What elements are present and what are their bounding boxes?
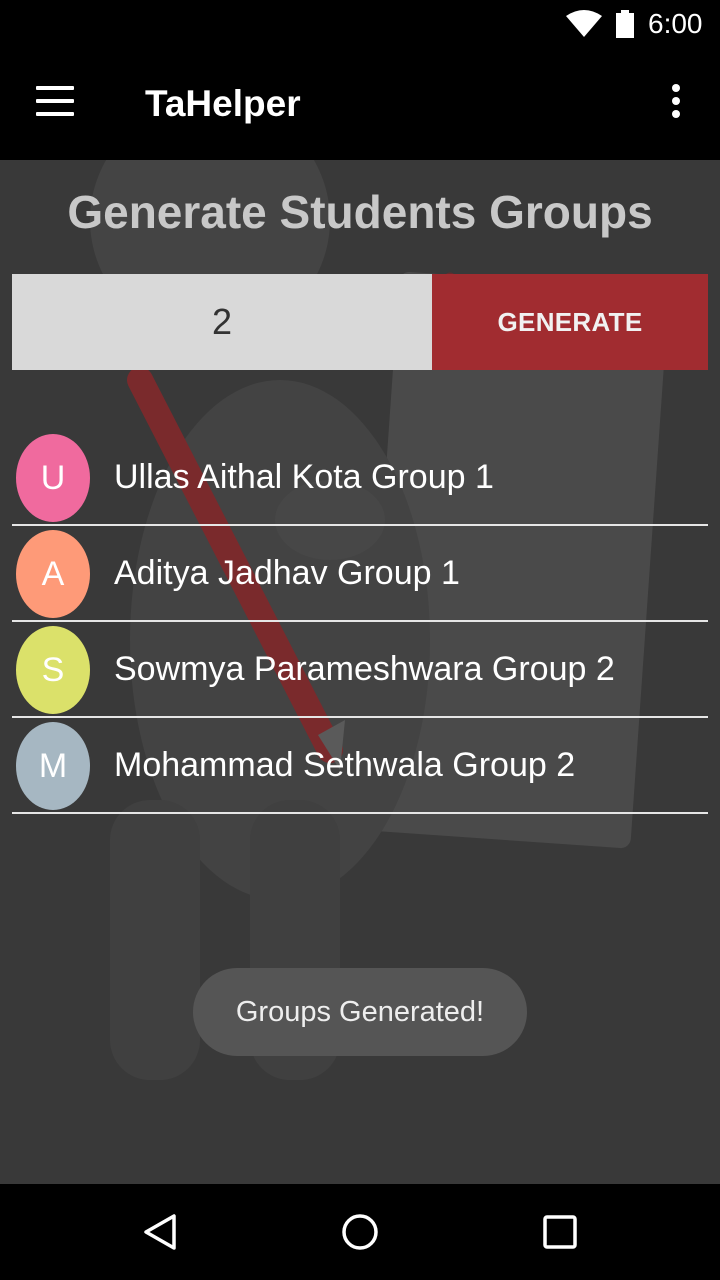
avatar: U — [16, 434, 90, 522]
student-group-list: U Ullas Aithal Kota Group 1 A Aditya Jad… — [12, 430, 708, 814]
page-title: Generate Students Groups — [67, 186, 653, 238]
avatar: S — [16, 626, 90, 714]
student-group-label: Ullas Aithal Kota Group 1 — [114, 458, 494, 496]
list-item[interactable]: A Aditya Jadhav Group 1 — [12, 526, 708, 622]
back-icon[interactable] — [140, 1212, 180, 1252]
app-bar: TaHelper — [0, 48, 720, 160]
app-title: TaHelper — [145, 83, 301, 124]
system-nav-bar — [0, 1184, 720, 1280]
group-count-input[interactable] — [12, 274, 432, 370]
avatar: M — [16, 722, 90, 810]
list-item[interactable]: M Mohammad Sethwala Group 2 — [12, 718, 708, 814]
generate-button[interactable]: GENERATE — [432, 274, 708, 370]
student-group-label: Mohammad Sethwala Group 2 — [114, 746, 576, 784]
status-clock: 6:00 — [648, 8, 703, 39]
hamburger-menu-icon[interactable] — [36, 86, 76, 122]
student-group-label: Aditya Jadhav Group 1 — [114, 554, 460, 592]
more-vert-icon[interactable] — [664, 84, 688, 124]
list-item[interactable]: S Sowmya Parameshwara Group 2 — [12, 622, 708, 718]
home-icon[interactable] — [340, 1212, 380, 1252]
student-group-label: Sowmya Parameshwara Group 2 — [114, 650, 615, 688]
toast-message: Groups Generated! — [193, 968, 527, 1056]
wifi-icon — [566, 10, 602, 37]
battery-icon — [616, 10, 634, 38]
status-bar: 6:00 — [0, 0, 720, 48]
main-content: Generate Students Groups GENERATE U Ulla… — [0, 160, 720, 1184]
recents-icon[interactable] — [540, 1212, 580, 1252]
avatar: A — [16, 530, 90, 618]
list-item[interactable]: U Ullas Aithal Kota Group 1 — [12, 430, 708, 526]
